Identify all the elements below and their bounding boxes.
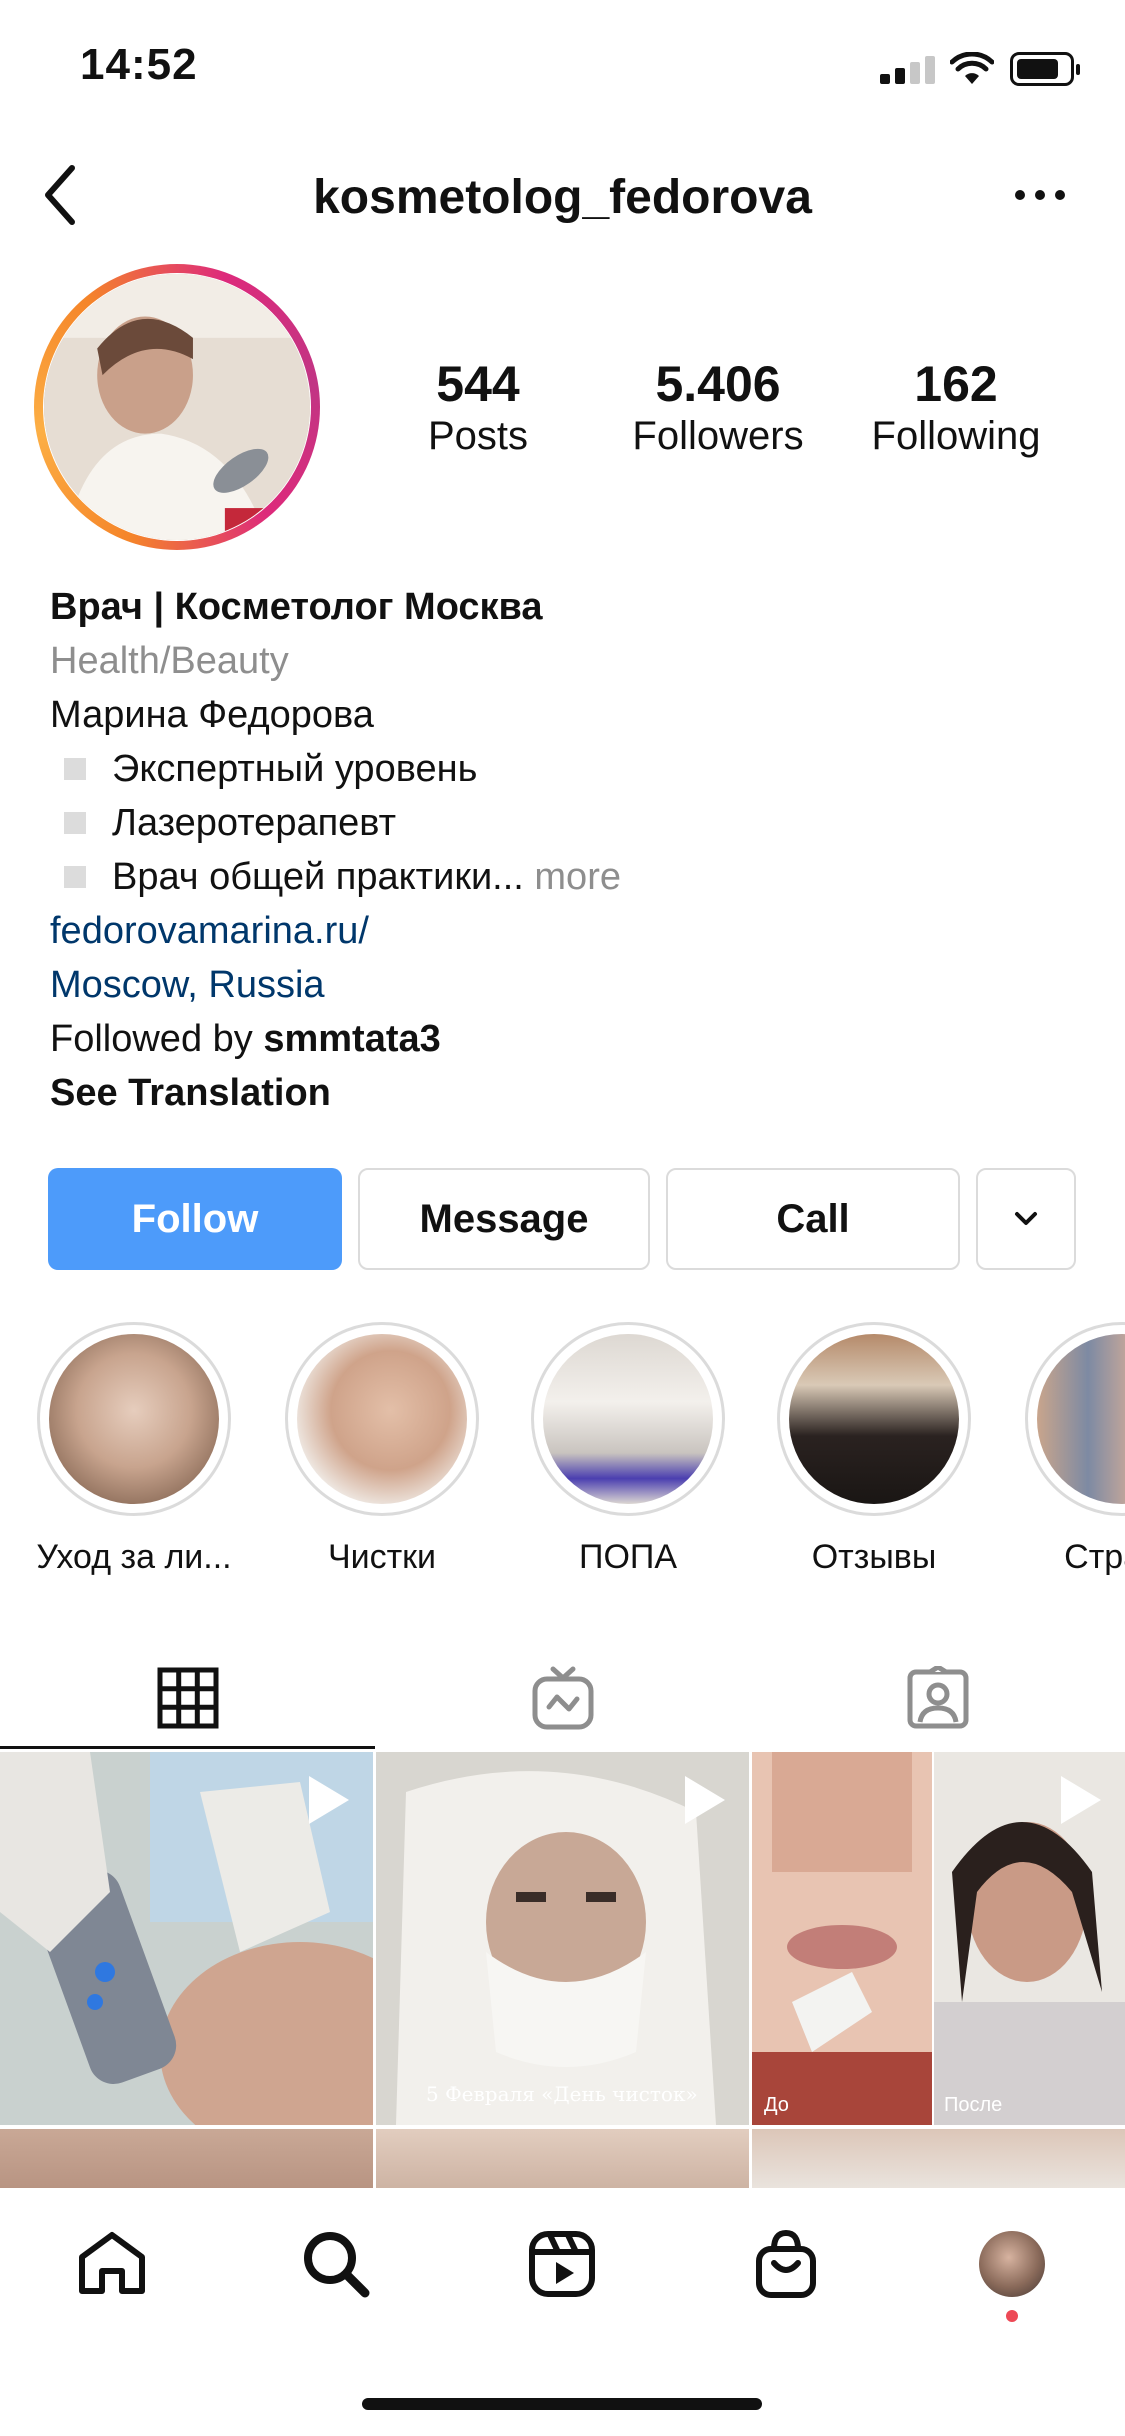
post-thumbnail[interactable] [0, 2129, 373, 2189]
followed-by[interactable]: Followed by smmtata3 [50, 1012, 1090, 1066]
highlight-item[interactable]: ПОПА [528, 1322, 728, 1577]
highlight-label: Страна [1064, 1538, 1125, 1576]
profile-display-name: Врач | Косметолог Москва [50, 586, 543, 628]
posts-label: Posts [427, 414, 529, 458]
square-bullet-icon [64, 866, 86, 888]
cellular-signal-icon [880, 56, 936, 84]
call-button[interactable]: Call [666, 1168, 960, 1270]
status-time: 14:52 [80, 40, 198, 89]
tab-tagged[interactable] [750, 1648, 1125, 1748]
post-thumbnail[interactable]: 5 Февраля «День чисток» [376, 1752, 749, 2125]
following-count[interactable]: 162 Following [846, 356, 1066, 460]
battery-icon [1010, 52, 1080, 86]
reel-play-icon [685, 1776, 725, 1824]
bio-bullet-text: Экспертный уровень [112, 748, 478, 790]
notification-dot [1006, 2310, 1018, 2322]
post-caption: 5 Февраля «День чисток» [426, 2082, 698, 2106]
highlight-label: Уход за ли... [36, 1538, 232, 1576]
highlight-item[interactable]: Отзывы [774, 1322, 974, 1577]
highlight-label: Чистки [327, 1538, 437, 1576]
highlight-label: ПОПА [579, 1538, 677, 1576]
posts-number: 544 [436, 356, 520, 412]
post-caption-before: До [764, 2094, 789, 2116]
following-label: Following [871, 414, 1041, 458]
following-number: 162 [914, 356, 998, 412]
post-thumbnail[interactable] [752, 2129, 1125, 2189]
square-bullet-icon [64, 758, 86, 780]
followed-by-prefix: Followed by [50, 1018, 264, 1060]
nav-reels[interactable] [522, 2224, 602, 2304]
nav-shop[interactable] [746, 2224, 826, 2304]
post-caption-after: После [944, 2094, 1003, 2116]
bio-line: Марина Федорова [50, 694, 374, 736]
bio-more-link[interactable]: more [534, 850, 621, 904]
square-bullet-icon [64, 812, 86, 834]
bio-bullet: Экспертный уровень [50, 742, 1090, 796]
nav-search[interactable] [296, 2224, 376, 2304]
tagged-person-icon [907, 1666, 968, 1729]
bio-bullet-text: Врач общей практики... [112, 856, 524, 898]
reel-play-icon [1061, 1776, 1101, 1824]
more-options-icon[interactable] [1010, 180, 1070, 210]
suggested-accounts-button[interactable] [976, 1168, 1076, 1270]
highlight-item[interactable]: Уход за ли... [34, 1322, 234, 1577]
follow-button[interactable]: Follow [48, 1168, 342, 1270]
profile-avatar-icon [979, 2231, 1045, 2297]
followers-number: 5.406 [655, 356, 781, 412]
post-thumbnail[interactable]: До После [752, 1752, 1125, 2125]
nav-home[interactable] [72, 2224, 152, 2304]
tab-posts-grid[interactable] [0, 1648, 375, 1748]
shopping-bag-icon [756, 2229, 816, 2298]
bio-bullet-text: Лазеротерапевт [112, 802, 397, 844]
nav-profile[interactable] [972, 2224, 1052, 2304]
home-indicator [362, 2398, 762, 2410]
profile-username: kosmetolog_fedorova [313, 171, 812, 224]
followers-count[interactable]: 5.406 Followers [608, 356, 828, 460]
profile-category: Health/Beauty [50, 640, 289, 682]
active-tab-indicator [0, 1746, 375, 1749]
igtv-icon [532, 1666, 593, 1730]
followers-label: Followers [632, 414, 804, 458]
bio-bullet: Врач общей практики... more [50, 850, 1090, 904]
tab-igtv[interactable] [375, 1648, 750, 1748]
reels-icon [529, 2231, 595, 2297]
reel-play-icon [309, 1776, 349, 1824]
location-link[interactable]: Moscow, Russia [50, 958, 1090, 1012]
highlight-item[interactable]: Чистки [282, 1322, 482, 1577]
profile-bio: Врач | Косметолог Москва Health/Beauty М… [50, 580, 1090, 1120]
search-icon [304, 2232, 370, 2298]
wifi-icon [950, 52, 994, 84]
highlight-label: Отзывы [811, 1538, 937, 1576]
posts-count[interactable]: 544 Posts [368, 356, 588, 460]
post-thumbnail[interactable] [0, 1752, 373, 2125]
message-button[interactable]: Message [358, 1168, 650, 1270]
followed-by-user[interactable]: smmtata3 [263, 1018, 440, 1060]
chevron-down-icon [1015, 1212, 1037, 1225]
bio-bullet: Лазеротерапевт [50, 796, 1090, 850]
website-link[interactable]: fedorovamarina.ru/ [50, 904, 1090, 958]
profile-avatar[interactable] [34, 264, 320, 550]
see-translation-link[interactable]: See Translation [50, 1066, 1090, 1120]
post-thumbnail[interactable] [376, 2129, 749, 2189]
home-icon [79, 2232, 145, 2294]
highlight-item[interactable]: Страна [1022, 1322, 1125, 1577]
grid-icon [157, 1667, 218, 1729]
